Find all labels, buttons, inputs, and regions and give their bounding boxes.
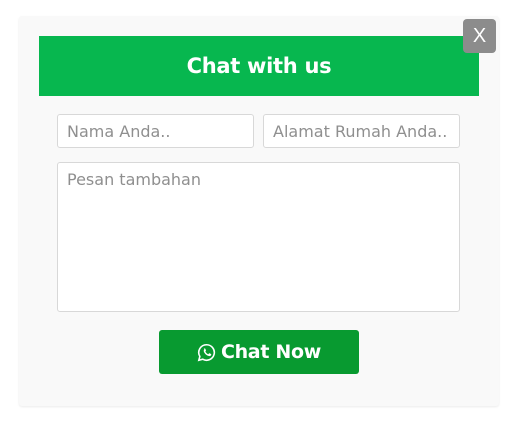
- name-input[interactable]: [57, 114, 254, 148]
- close-button[interactable]: X: [463, 19, 496, 53]
- chat-now-label: Chat Now: [220, 341, 322, 363]
- whatsapp-icon: [197, 343, 216, 362]
- dialog-header: Chat with us: [39, 36, 479, 96]
- dialog-title: Chat with us: [186, 54, 332, 78]
- address-input[interactable]: [263, 114, 460, 148]
- chat-now-button[interactable]: Chat Now: [159, 330, 359, 374]
- message-textarea[interactable]: [57, 162, 460, 312]
